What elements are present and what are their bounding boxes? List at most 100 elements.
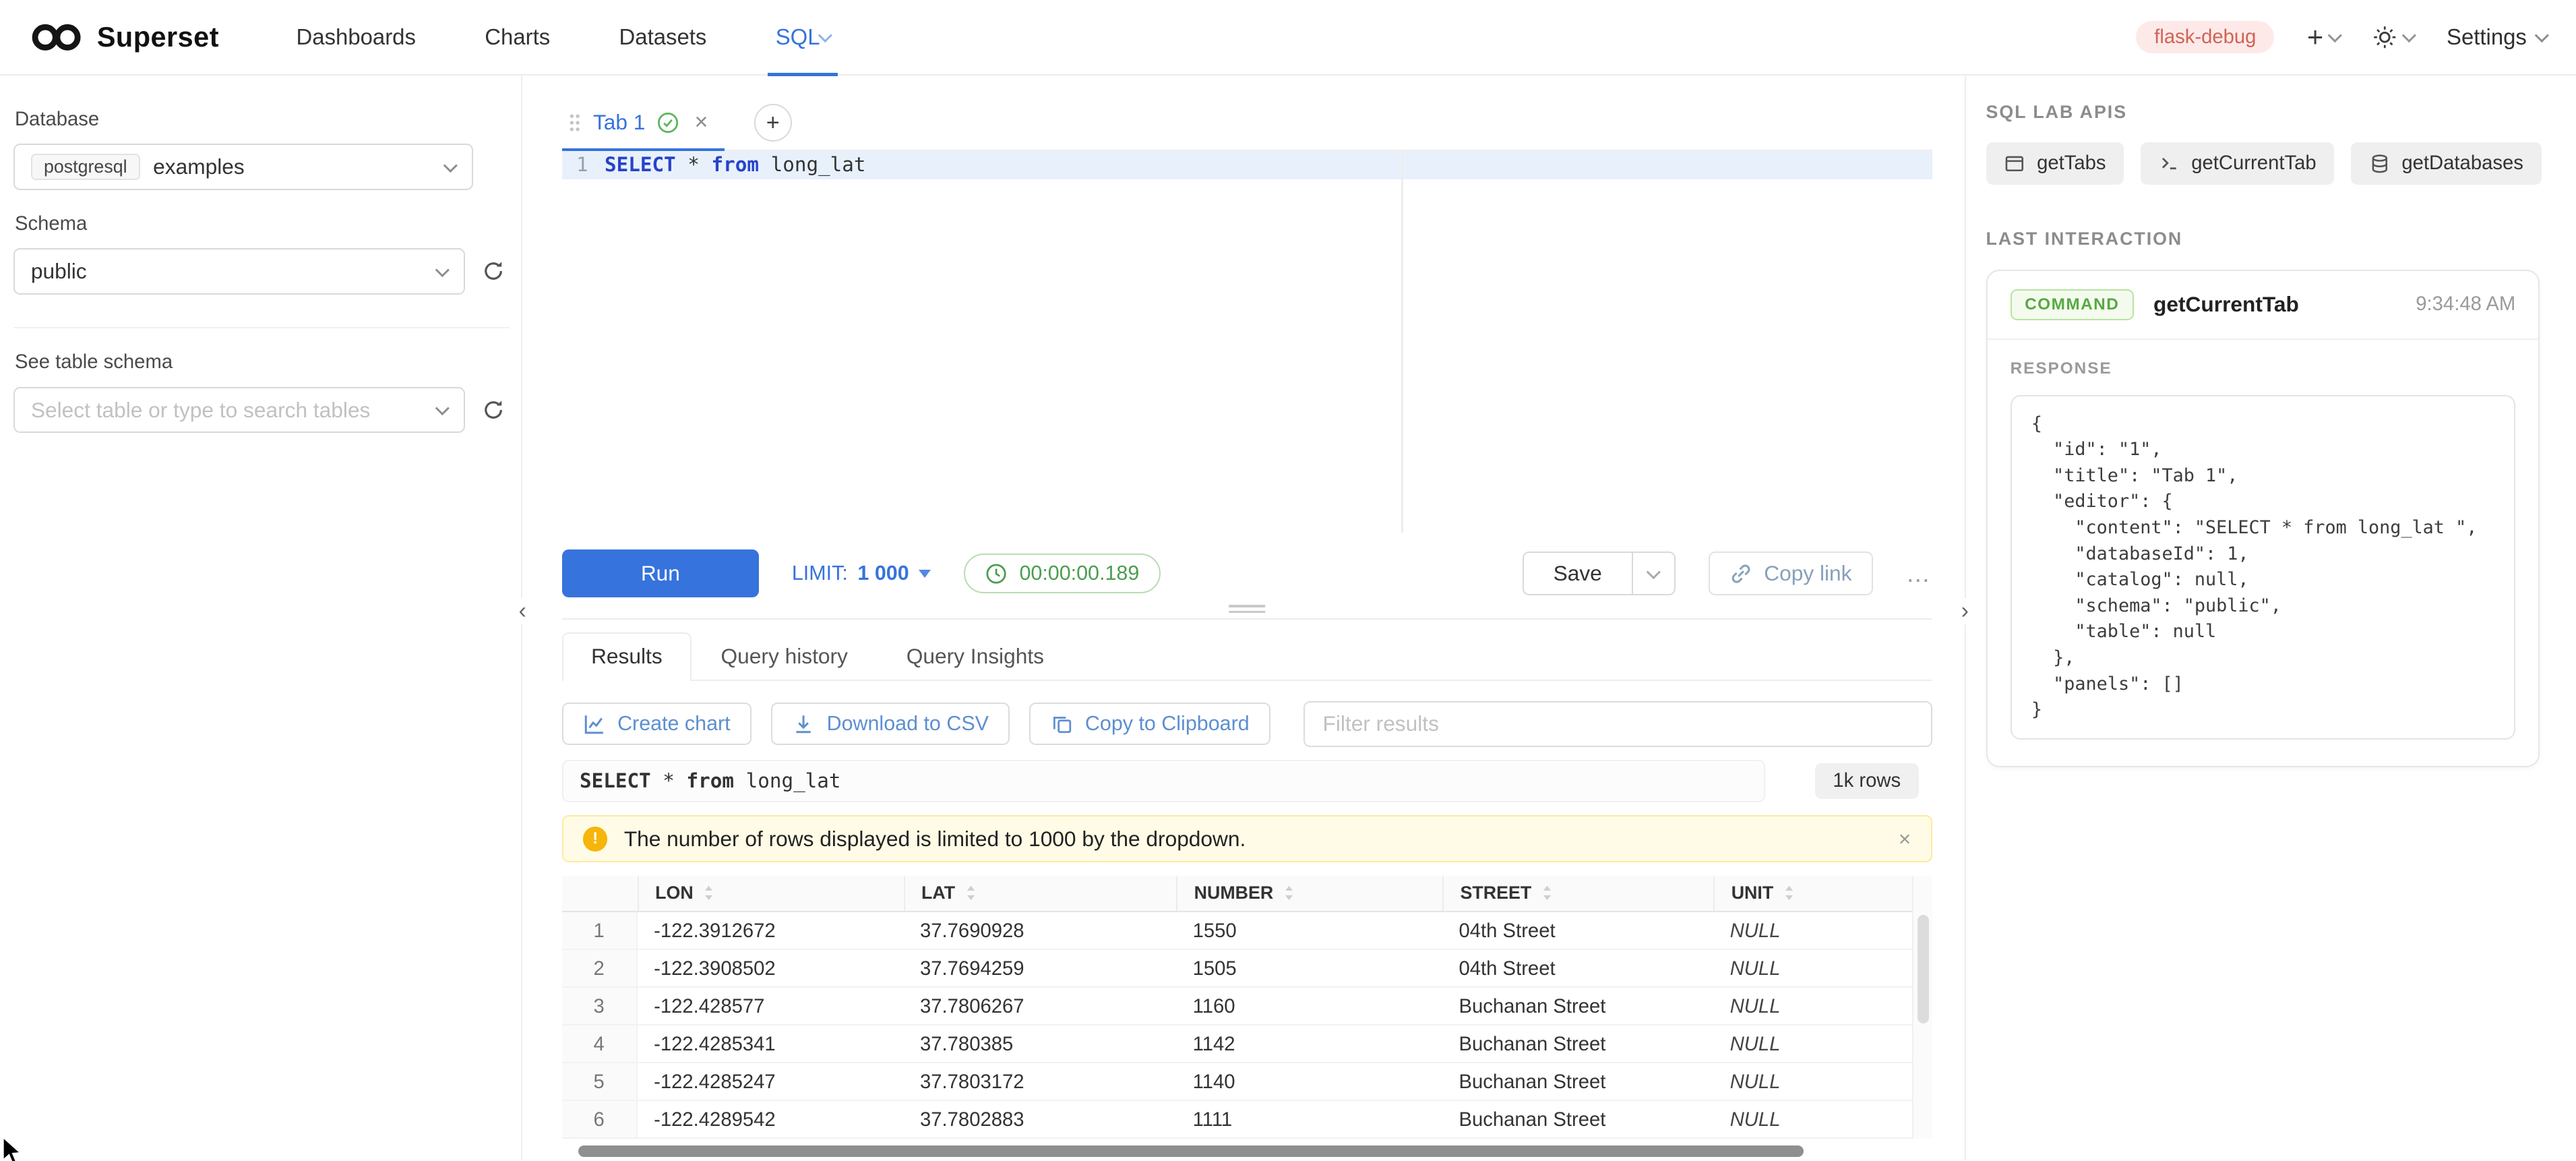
copy-to-clipboard-button[interactable]: Copy to Clipboard xyxy=(1029,703,1270,745)
settings-menu[interactable]: Settings xyxy=(2447,24,2546,50)
editor-tab[interactable]: Tab 1 × xyxy=(562,95,725,150)
drag-handle-icon xyxy=(568,111,582,134)
table-select-placeholder: Select table or type to search tables xyxy=(31,398,425,423)
column-label: STREET xyxy=(1461,883,1532,903)
create-chart-button[interactable]: Create chart xyxy=(562,703,752,745)
sort-icon[interactable] xyxy=(703,884,714,902)
settings-label: Settings xyxy=(2447,24,2527,50)
nav-item-datasets[interactable]: Datasets xyxy=(584,0,741,74)
table-cell: 1160 xyxy=(1176,988,1442,1024)
nav-item-charts[interactable]: Charts xyxy=(450,0,584,74)
table-cell: -122.4289542 xyxy=(638,1101,904,1137)
database-icon xyxy=(2369,153,2391,175)
column-header-street[interactable]: STREET xyxy=(1442,876,1713,911)
table-cell: Buchanan Street xyxy=(1442,988,1713,1024)
row-index-cell: 4 xyxy=(562,1025,638,1062)
vertical-scrollbar-thumb[interactable] xyxy=(1918,915,1929,1023)
executed-query-row: SELECT * from long_lat 1k rows xyxy=(562,760,1932,802)
table-row[interactable]: 3-122.42857737.78062671160Buchanan Stree… xyxy=(562,988,1913,1025)
caret-down-icon xyxy=(919,570,931,578)
limit-label: LIMIT: xyxy=(792,562,848,585)
table-cell: NULL xyxy=(1713,950,1912,986)
table-cell: 1505 xyxy=(1176,950,1442,986)
refresh-icon xyxy=(482,398,505,421)
table-row[interactable]: 2-122.390850237.7694259150504th StreetNU… xyxy=(562,950,1913,988)
copy-link-button[interactable]: Copy link xyxy=(1709,552,1873,595)
save-button[interactable]: Save xyxy=(1523,552,1633,595)
editor-print-margin xyxy=(1401,151,1403,533)
results-tab-results[interactable]: Results xyxy=(562,632,692,682)
schema-select-value: public xyxy=(31,259,425,284)
add-tab-button[interactable]: + xyxy=(754,104,792,142)
pane-splitter[interactable] xyxy=(562,618,1932,620)
database-select[interactable]: postgresql examples xyxy=(13,144,474,189)
table-cell: 37.7690928 xyxy=(904,912,1177,949)
column-header-lat[interactable]: LAT xyxy=(904,876,1177,911)
theme-toggle-button[interactable] xyxy=(2372,25,2414,50)
column-header-number[interactable]: NUMBER xyxy=(1176,876,1442,911)
nav-item-sql[interactable]: SQL xyxy=(741,0,865,74)
row-index-cell: 2 xyxy=(562,950,638,986)
limit-dropdown[interactable]: LIMIT: 1 000 xyxy=(792,562,931,585)
close-tab-icon[interactable]: × xyxy=(695,109,708,136)
column-header-unit[interactable]: UNIT xyxy=(1713,876,1912,911)
collapse-api-panel-arrow[interactable]: › xyxy=(1953,598,1976,624)
database-select-value: examples xyxy=(153,154,432,179)
superset-brand[interactable]: Superset xyxy=(30,21,219,54)
horizontal-scrollbar[interactable] xyxy=(562,1145,1932,1157)
chevron-down-icon xyxy=(435,263,450,277)
table-cell: 1111 xyxy=(1176,1101,1442,1137)
save-split-button: Save xyxy=(1523,552,1676,595)
vertical-scrollbar[interactable] xyxy=(1912,876,1932,1139)
download-to-csv-button[interactable]: Download to CSV xyxy=(771,703,1010,745)
button-label: getDatabases xyxy=(2401,152,2523,175)
nav-item-label: Datasets xyxy=(619,24,707,50)
sidebar-divider xyxy=(13,327,510,328)
copy-icon xyxy=(1051,713,1074,736)
brand-name: Superset xyxy=(97,21,219,53)
table-row[interactable]: 5-122.428524737.78031721140Buchanan Stre… xyxy=(562,1063,1913,1101)
main-layout: Database postgresql examples Schema publ… xyxy=(0,76,2576,1160)
table-cell: NULL xyxy=(1713,1025,1912,1062)
collapse-sidebar-arrow[interactable]: ‹ xyxy=(511,598,534,624)
results-tabs: ResultsQuery historyQuery Insights xyxy=(562,632,1932,681)
gettabs-button[interactable]: getTabs xyxy=(1986,142,2124,184)
schema-select[interactable]: public xyxy=(13,248,466,294)
sort-icon[interactable] xyxy=(1541,884,1553,902)
horizontal-scrollbar-thumb[interactable] xyxy=(578,1145,1804,1157)
table-row[interactable]: 6-122.428954237.78028831111Buchanan Stre… xyxy=(562,1101,1913,1139)
save-options-button[interactable] xyxy=(1633,552,1676,595)
sort-icon[interactable] xyxy=(1283,884,1295,902)
getcurrenttab-button[interactable]: getCurrentTab xyxy=(2141,142,2335,184)
table-row[interactable]: 4-122.428534137.7803851142Buchanan Stree… xyxy=(562,1025,1913,1063)
column-header-lon[interactable]: LON xyxy=(638,876,904,911)
superset-app: Superset Dashboards Charts Datasets SQL fla… xyxy=(0,0,2576,1160)
results-tab-query-insights[interactable]: Query Insights xyxy=(877,632,1073,680)
table-row[interactable]: 1-122.391267237.7690928155004th StreetNU… xyxy=(562,912,1913,950)
run-button[interactable]: Run xyxy=(562,549,760,597)
database-label: Database xyxy=(15,109,505,131)
row-index-header xyxy=(562,876,638,911)
sort-icon[interactable] xyxy=(965,884,977,902)
saved-check-icon xyxy=(656,111,679,134)
getdatabases-button[interactable]: getDatabases xyxy=(2351,142,2542,184)
apis-panel-title: SQL LAB APIS xyxy=(1986,102,2540,123)
filter-results-input[interactable] xyxy=(1304,701,1932,747)
results-tab-query-history[interactable]: Query history xyxy=(692,632,877,680)
nav-item-label: Dashboards xyxy=(297,24,416,50)
sql-editor[interactable]: 1 SELECT * from long_lat xyxy=(562,151,1932,533)
table-cell: 37.780385 xyxy=(904,1025,1177,1062)
button-label: getCurrentTab xyxy=(2191,152,2316,175)
column-label: NUMBER xyxy=(1194,883,1274,903)
environment-badge: flask-debug xyxy=(2136,21,2274,53)
more-options-button[interactable]: … xyxy=(1906,560,1932,588)
nav-item-dashboards[interactable]: Dashboards xyxy=(262,0,450,74)
table-select[interactable]: Select table or type to search tables xyxy=(13,387,466,433)
new-item-button[interactable]: + xyxy=(2307,23,2340,51)
splitter-handle-icon[interactable] xyxy=(1229,605,1265,613)
dismiss-warning-icon[interactable]: × xyxy=(1899,827,1911,852)
column-label: LON xyxy=(655,883,694,903)
sort-icon[interactable] xyxy=(1783,884,1795,902)
refresh-tables-button[interactable] xyxy=(482,398,505,421)
refresh-schemas-button[interactable] xyxy=(482,260,505,282)
